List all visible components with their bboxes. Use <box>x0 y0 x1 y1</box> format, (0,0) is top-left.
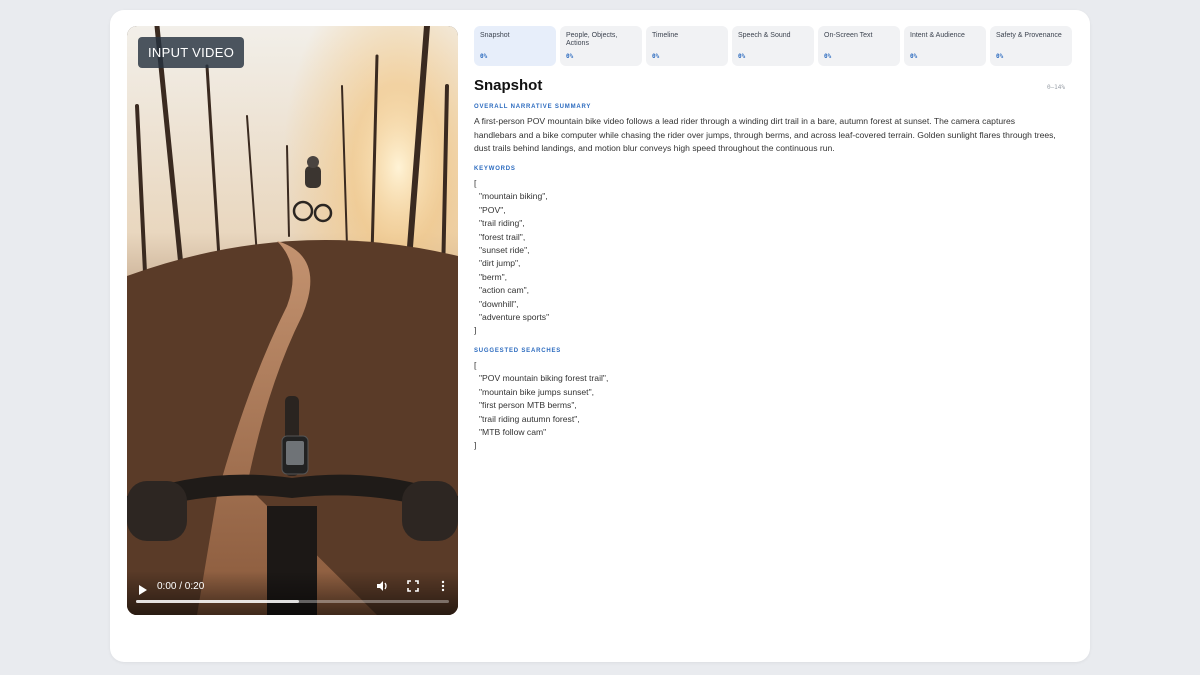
keyword-item: "sunset ride", <box>479 245 530 256</box>
keyword-item: "action cam", <box>479 285 530 296</box>
tab-progress: 0% <box>824 53 832 60</box>
page-title: Snapshot <box>474 77 543 94</box>
tab-progress: 0% <box>566 53 574 60</box>
video-progress-bar[interactable] <box>136 600 449 603</box>
tab-progress: 0% <box>480 53 488 60</box>
keyword-item: "dirt jump", <box>479 258 521 269</box>
keyword-item: "downhill", <box>479 298 519 309</box>
more-options-icon[interactable] <box>436 579 450 593</box>
close-bracket: ] <box>474 325 477 336</box>
keyword-item: "trail riding", <box>479 218 525 229</box>
narrative-summary: A first-person POV mountain bike video f… <box>474 116 1056 153</box>
keyword-item: "mountain biking", <box>479 191 548 202</box>
tab-on-screen-text[interactable]: On-Screen Text 0% <box>818 26 900 66</box>
video-progress-fill <box>136 600 299 603</box>
section-tabs: Snapshot 0% People, Objects, Actions 0% Time… <box>474 26 1072 66</box>
tab-label: On-Screen Text <box>824 32 873 39</box>
search-item: "POV mountain biking forest trail", <box>479 373 609 384</box>
suggested-searches-list: ["POV mountain biking forest trail", "mou… <box>474 359 608 453</box>
tab-label: Snapshot <box>480 32 510 39</box>
tab-label: Intent & Audience <box>910 32 965 39</box>
tab-label: People, Objects, Actions <box>566 32 618 47</box>
play-icon[interactable] <box>139 585 147 595</box>
volume-icon[interactable] <box>375 579 389 593</box>
time-range: 0–14% <box>1046 84 1065 91</box>
open-bracket: [ <box>474 360 477 370</box>
video-player[interactable]: INPUT VIDEO 0:00 / 0:20 <box>127 26 458 615</box>
keywords-label: KEYWORDS <box>474 166 516 172</box>
keyword-item: "adventure sports" <box>479 312 550 323</box>
video-controls: 0:00 / 0:20 <box>127 571 458 615</box>
tab-speech-sound[interactable]: Speech & Sound 0% <box>732 26 814 66</box>
keywords-list: ["mountain biking", "POV", "trail riding",… <box>474 177 549 338</box>
tab-label: Timeline <box>652 32 679 39</box>
keyword-item: "berm", <box>479 271 508 282</box>
tab-label: Speech & Sound <box>738 32 791 39</box>
tab-snapshot[interactable]: Snapshot 0% <box>474 26 556 66</box>
open-bracket: [ <box>474 178 477 188</box>
keyword-item: "forest trail", <box>479 231 526 242</box>
searches-label: SUGGESTED SEARCHES <box>474 348 562 354</box>
fullscreen-icon[interactable] <box>406 579 420 593</box>
tab-intent-audience[interactable]: Intent & Audience 0% <box>904 26 986 66</box>
search-item: "first person MTB berms", <box>479 400 577 411</box>
tab-people-objects-actions[interactable]: People, Objects, Actions 0% <box>560 26 642 66</box>
tab-progress: 0% <box>996 53 1004 60</box>
keyword-item: "POV", <box>479 204 506 215</box>
tab-label: Safety & Provenance <box>996 32 1062 39</box>
tab-progress: 0% <box>652 53 660 60</box>
search-item: "mountain bike jumps sunset", <box>479 386 595 397</box>
tab-timeline[interactable]: Timeline 0% <box>646 26 728 66</box>
summary-label: OVERALL NARRATIVE SUMMARY <box>474 104 592 110</box>
video-frame <box>127 26 458 615</box>
tab-safety-provenance[interactable]: Safety & Provenance 0% <box>990 26 1072 66</box>
search-item: "MTB follow cam" <box>479 427 547 438</box>
video-time: 0:00 / 0:20 <box>157 581 205 592</box>
tab-progress: 0% <box>738 53 746 60</box>
search-item: "trail riding autumn forest", <box>479 413 580 424</box>
input-video-badge: INPUT VIDEO <box>138 37 245 68</box>
close-bracket: ] <box>474 440 477 451</box>
tab-progress: 0% <box>910 53 918 60</box>
